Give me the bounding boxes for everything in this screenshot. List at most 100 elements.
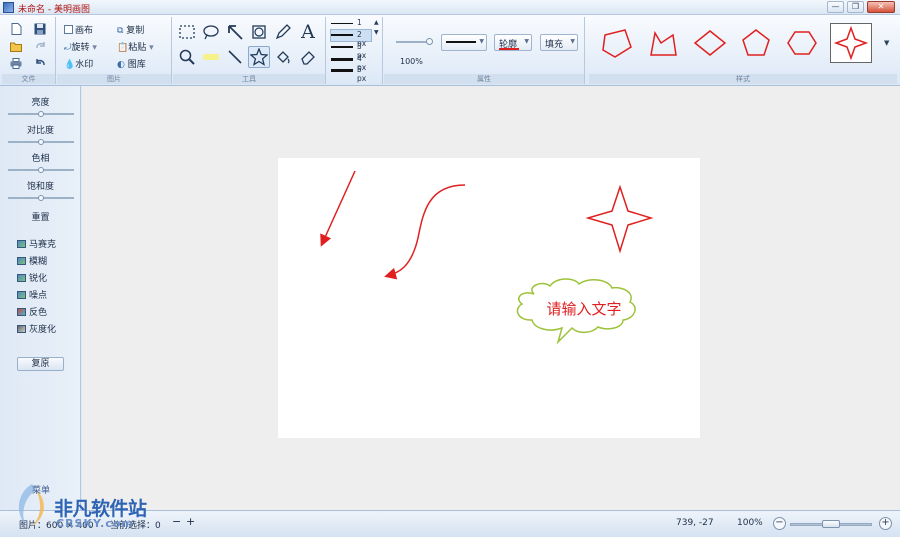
slider-thumb[interactable] — [38, 111, 44, 117]
curved-arrow[interactable] — [384, 184, 466, 280]
style-pentagon[interactable] — [735, 23, 777, 63]
properties-group-caption: 属性 — [384, 74, 584, 84]
scroll-down-icon[interactable]: ▼ — [374, 29, 379, 36]
callout-text[interactable]: 请输入文字 — [546, 300, 621, 318]
gallery-button[interactable]: ◐ 图库 — [117, 57, 146, 70]
rotate-button[interactable]: ⤾旋转 ▾ — [64, 40, 97, 53]
slider-thumb[interactable] — [38, 139, 44, 145]
line-width-5px[interactable]: 5 px — [331, 65, 371, 83]
zoom-slider[interactable] — [790, 520, 872, 528]
line-width-group: 1 px 2 px 3 px 4 px 5 px ▲ ▼ — [327, 17, 383, 84]
effect-noise[interactable]: 噪点 — [17, 288, 47, 301]
saturation-slider[interactable] — [8, 195, 74, 201]
canvas-button[interactable]: 画布 — [64, 23, 93, 36]
hue-label: 色相 — [31, 154, 50, 164]
file-group: 文件 — [2, 17, 56, 84]
arrow-tool-icon[interactable] — [224, 21, 246, 43]
copy-button[interactable]: ⧉ 复制 — [117, 23, 144, 36]
effect-invert[interactable]: 反色 — [17, 305, 48, 318]
menu-label[interactable]: 菜单 — [32, 483, 50, 496]
paste-button[interactable]: 📋粘贴 ▾ — [117, 40, 154, 53]
text-tool-icon[interactable]: A — [297, 21, 319, 43]
shape-tool-icon[interactable] — [248, 46, 270, 68]
lasso-tool-icon[interactable] — [200, 21, 222, 43]
highlighter-tool-icon[interactable] — [200, 46, 222, 68]
slider-thumb[interactable] — [38, 167, 44, 173]
print-icon[interactable] — [10, 57, 22, 69]
noise-icon — [17, 291, 26, 299]
saturation-label: 饱和度 — [26, 182, 54, 192]
effect-label: 模糊 — [29, 257, 48, 267]
rotate-icon: ⤾ — [64, 43, 72, 53]
effect-sharpen[interactable]: 锐化 — [17, 271, 47, 284]
opacity-slider[interactable] — [396, 38, 433, 45]
fill-tool-icon[interactable] — [272, 46, 294, 68]
rect-select-tool-icon[interactable] — [176, 21, 198, 43]
line-width-3px[interactable]: 3 px — [331, 42, 371, 60]
minimize-button[interactable]: — — [827, 1, 844, 13]
chevron-down-icon: ▼ — [570, 38, 575, 45]
effect-grayscale[interactable]: 灰度化 — [17, 322, 56, 335]
save-icon[interactable] — [34, 23, 46, 35]
app-icon[interactable] — [3, 2, 14, 13]
style-diamond[interactable] — [689, 23, 731, 63]
invert-icon — [17, 308, 26, 316]
outline-dropdown[interactable]: 轮廓 ▼ — [494, 34, 532, 51]
style-hexagon[interactable] — [781, 23, 823, 63]
watermark-domain: CRSKY.com — [56, 517, 134, 530]
opacity-slider-thumb[interactable] — [426, 38, 433, 45]
style-four-point-star[interactable] — [830, 23, 872, 63]
line-width-4px[interactable]: 4 px — [331, 54, 371, 72]
zoom-tool-icon[interactable] — [176, 46, 198, 68]
four-point-star-shape[interactable] — [585, 184, 654, 254]
style-polygon-1[interactable] — [597, 23, 639, 63]
effect-mosaic[interactable]: 马赛克 — [17, 237, 57, 250]
style-polygon-2[interactable] — [643, 23, 685, 63]
hue-slider[interactable] — [8, 167, 74, 173]
zoom-in-small-button[interactable]: + — [186, 515, 195, 528]
new-file-icon[interactable] — [10, 23, 22, 35]
eraser-tool-icon[interactable] — [297, 46, 319, 68]
styles-more-icon[interactable]: ▼ — [884, 39, 889, 47]
chevron-down-icon: ▼ — [479, 38, 484, 45]
zoom-slider-thumb[interactable] — [822, 520, 840, 528]
tools-group-caption: 工具 — [173, 74, 325, 84]
zoom-readout: 100% — [737, 518, 763, 528]
slider-thumb[interactable] — [38, 195, 44, 201]
effect-label: 反色 — [29, 308, 48, 318]
zoom-out-button[interactable]: − — [773, 517, 786, 530]
scroll-up-icon[interactable]: ▲ — [374, 19, 379, 26]
cursor-coordinates: 739, -27 — [676, 518, 714, 528]
straight-arrow[interactable] — [320, 170, 356, 247]
line-width-1px[interactable]: 1 px — [331, 18, 371, 36]
paste-label: 粘贴 — [128, 43, 147, 53]
effect-blur[interactable]: 模糊 — [17, 254, 48, 267]
redo-icon[interactable] — [34, 40, 46, 52]
canvas-label: 画布 — [75, 26, 94, 36]
line-tool-icon[interactable] — [224, 46, 246, 68]
image-group-caption: 图片 — [57, 74, 171, 84]
watermark-button[interactable]: 💧水印 — [64, 57, 93, 70]
work-area: 请输入文字 — [82, 86, 900, 510]
reset-label[interactable]: 重置 — [0, 210, 81, 223]
close-button[interactable]: ✕ — [867, 1, 895, 13]
brightness-slider[interactable] — [8, 111, 74, 117]
crop-tool-icon[interactable] — [248, 21, 270, 43]
pencil-tool-icon[interactable] — [272, 21, 294, 43]
restore-button[interactable]: 复原 — [17, 357, 64, 371]
outline-color-swatch — [499, 48, 519, 50]
tools-group: A 工具 — [173, 17, 326, 84]
restore-window-button[interactable]: ❐ — [847, 1, 864, 13]
styles-group-caption: 样式 — [589, 74, 897, 84]
canvas-drawing: 请输入文字 — [320, 170, 654, 345]
gallery-icon: ◐ — [117, 60, 128, 70]
effect-label: 马赛克 — [29, 240, 57, 250]
fill-dropdown[interactable]: 填充 ▼ — [540, 34, 578, 51]
contrast-slider[interactable] — [8, 139, 74, 145]
line-style-dropdown[interactable]: ▼ — [441, 34, 487, 51]
open-folder-icon[interactable] — [10, 40, 22, 52]
drawing-canvas[interactable]: 请输入文字 — [278, 158, 700, 438]
line-width-2px[interactable]: 2 px — [330, 29, 372, 48]
undo-icon[interactable] — [34, 57, 46, 69]
zoom-in-button[interactable]: + — [879, 517, 892, 530]
